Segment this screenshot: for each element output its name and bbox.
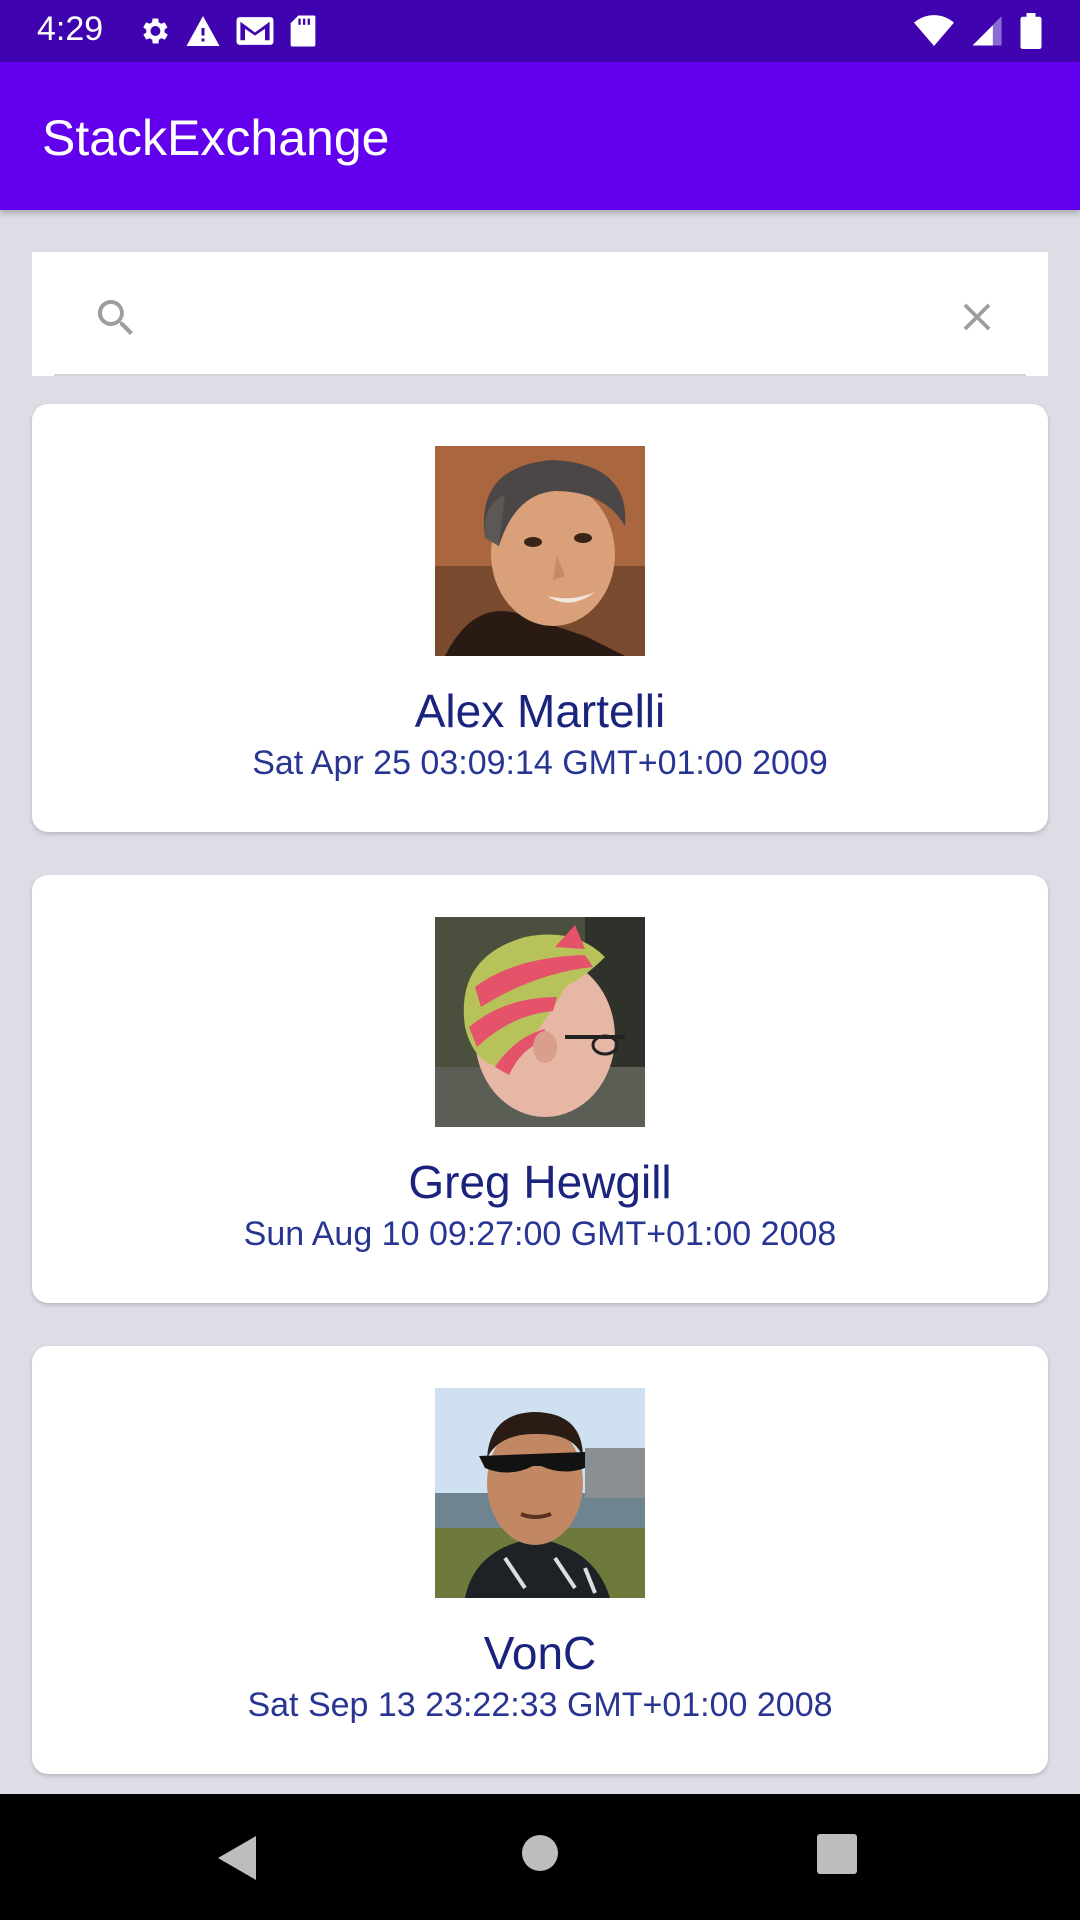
status-right-icons [914,12,1042,50]
home-icon[interactable] [521,1834,559,1872]
user-name: Greg Hewgill [408,1156,672,1208]
wifi-icon [914,15,954,46]
nav-bar [0,1794,1080,1920]
avatar-alex-martelli [435,446,645,656]
search-icon [97,300,133,335]
user-date: Sat Sep 13 23:22:33 GMT+01:00 2008 [247,1686,833,1724]
status-time: 4:29 [37,10,104,48]
user-date: Sun Aug 10 09:27:00 GMT+01:00 2008 [243,1215,837,1253]
search-input[interactable] [162,282,946,344]
signal-icon [972,16,1002,46]
user-card[interactable]: Alex Martelli Sat Apr 25 03:09:14 GMT+01… [32,404,1048,832]
app-bar: StackExchange [0,62,1080,210]
status-bar: 4:29 [0,0,1080,62]
settings-icon [143,18,168,44]
close-icon[interactable] [954,294,1000,340]
gmail-icon [236,17,274,45]
sd-card-icon [290,15,316,47]
avatar-greg-hewgill [435,917,645,1127]
battery-icon [1020,13,1042,49]
warning-icon [186,16,220,46]
user-card[interactable]: Greg Hewgill Sun Aug 10 09:27:00 GMT+01:… [32,875,1048,1303]
app-title: StackExchange [42,110,390,166]
back-icon[interactable] [216,1834,258,1882]
recents-icon[interactable] [817,1834,857,1874]
user-name: VonC [483,1627,597,1679]
user-date: Sat Apr 25 03:09:14 GMT+01:00 2009 [252,744,828,782]
user-card[interactable]: VonC Sat Sep 13 23:22:33 GMT+01:00 2008 [32,1346,1048,1774]
user-name: Alex Martelli [414,685,666,737]
status-left-icons [137,12,317,50]
avatar-vonc [435,1388,645,1598]
search-box [32,252,1048,376]
search-underline [54,374,1026,376]
